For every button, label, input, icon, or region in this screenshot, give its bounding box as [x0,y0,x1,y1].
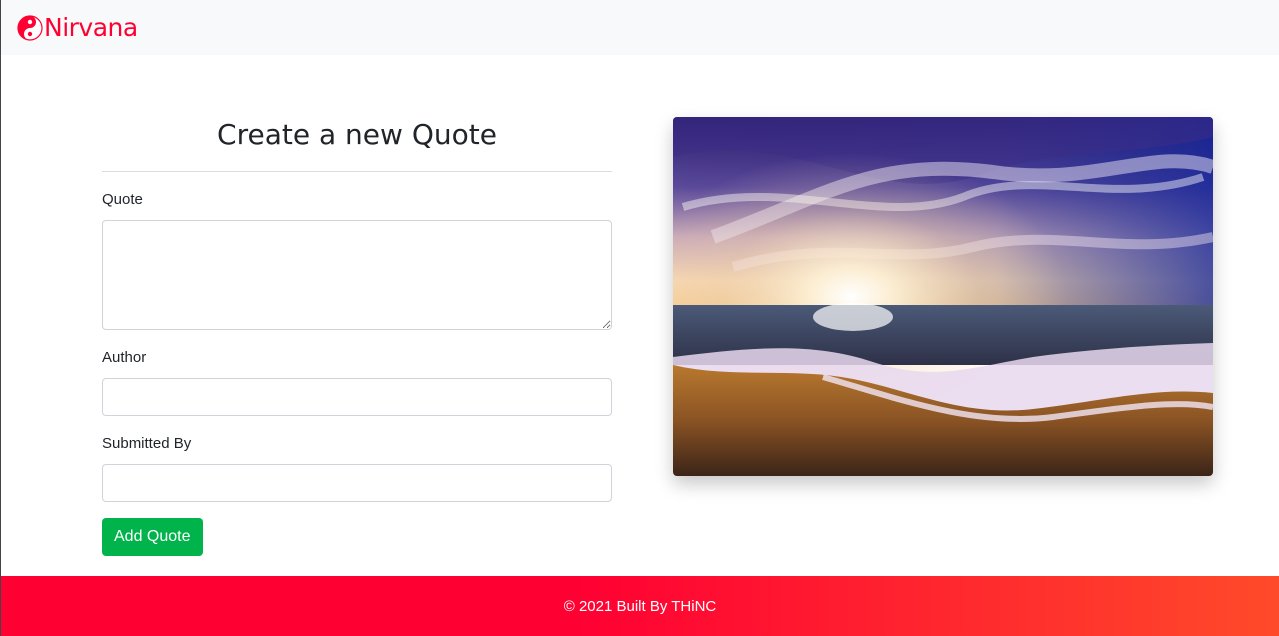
beach-sunset-image [673,117,1213,476]
brand-name: Nirvana [44,12,138,42]
navbar: Nirvana [1,0,1279,55]
title-divider [102,171,612,172]
footer: © 2021 Built By THiNC [1,576,1279,636]
brand-link[interactable]: Nirvana [17,12,138,42]
author-label: Author [102,349,147,366]
yin-yang-icon [17,14,43,41]
submitted-by-input[interactable] [102,464,612,502]
add-quote-button[interactable]: Add Quote [102,518,203,556]
quote-label: Quote [102,191,143,208]
quote-textarea[interactable] [102,220,612,330]
author-input[interactable] [102,378,612,416]
page-title: Create a new Quote [217,118,497,151]
footer-copyright: © 2021 Built By THiNC [563,597,717,615]
create-quote-form: Create a new Quote Quote Author Submitte… [102,112,612,556]
submitted-by-label: Submitted By [102,435,192,452]
